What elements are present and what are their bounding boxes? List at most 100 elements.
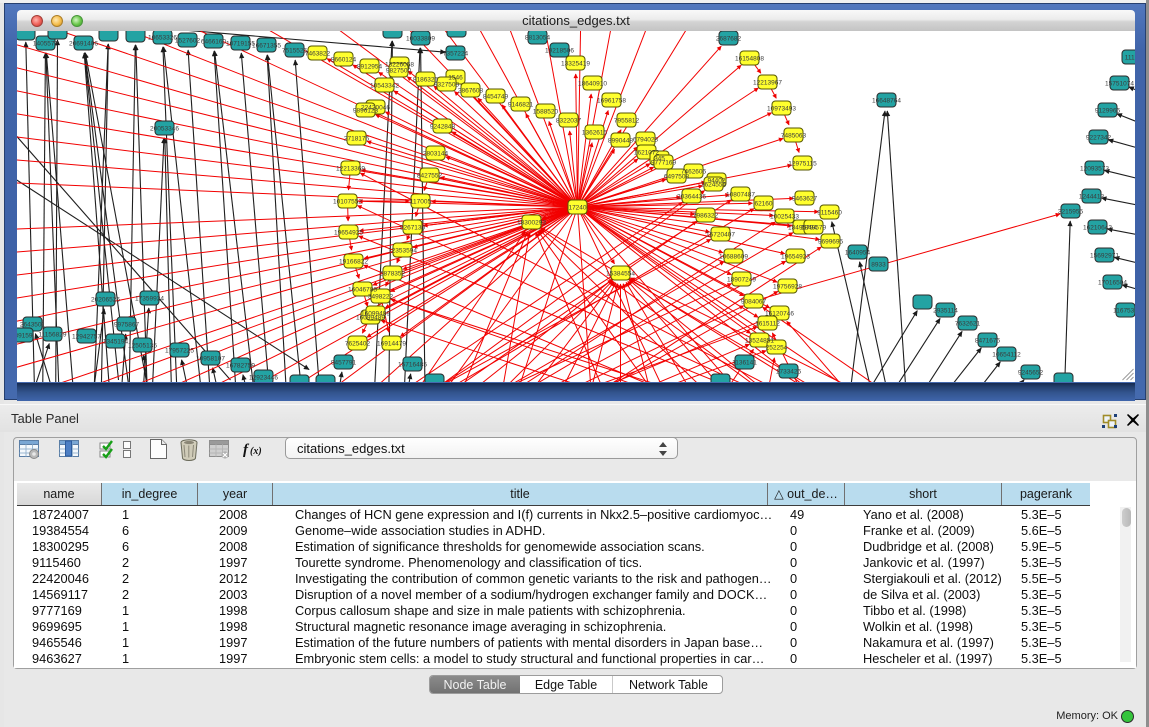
svg-text:9327508: 9327508	[433, 82, 459, 89]
svg-text:19166822: 19166822	[339, 259, 368, 266]
svg-text:19654925: 19654925	[334, 230, 363, 237]
svg-text:16782759: 16782759	[226, 363, 255, 370]
svg-text:10654112: 10654112	[992, 352, 1021, 359]
svg-text:11156829: 11156829	[38, 332, 66, 339]
svg-text:8427552: 8427552	[416, 173, 442, 180]
svg-text:12213369: 12213369	[336, 166, 365, 173]
svg-text:2687682: 2687682	[715, 36, 741, 43]
svg-text:7515526: 7515526	[281, 48, 307, 55]
svg-text:20206526: 20206526	[91, 297, 120, 304]
svg-text:9227342: 9227342	[1085, 135, 1111, 142]
svg-text:12975115: 12975115	[788, 161, 817, 168]
svg-text:16120746: 16120746	[765, 311, 794, 318]
svg-text:9975867: 9975867	[113, 322, 139, 329]
svg-text:8471676: 8471676	[974, 338, 1000, 345]
svg-text:1733426: 1733426	[775, 369, 801, 376]
svg-text:1546: 1546	[448, 75, 463, 82]
svg-text:10653326: 10653326	[148, 35, 177, 42]
svg-text:f: f	[243, 442, 250, 458]
svg-text:9245652: 9245652	[1017, 370, 1043, 377]
svg-text:20364436: 20364436	[677, 194, 706, 201]
svg-text:62160: 62160	[754, 201, 772, 208]
svg-text:1405572: 1405572	[32, 41, 58, 48]
svg-text:39159: 39159	[17, 333, 33, 340]
svg-text:13325419: 13325419	[561, 61, 590, 68]
svg-text:18640910: 18640910	[578, 81, 607, 88]
svg-text:16154808: 16154808	[735, 56, 764, 63]
svg-text:1640954: 1640954	[844, 250, 870, 257]
svg-text:9463627: 9463627	[791, 196, 817, 203]
svg-text:16961758: 16961758	[597, 98, 626, 105]
svg-text:16671355: 16671355	[252, 43, 281, 50]
svg-text:19218506: 19218506	[545, 48, 574, 55]
svg-text:10958107: 10958107	[196, 356, 225, 363]
svg-text:6497508: 6497508	[663, 174, 689, 181]
svg-text:19756928: 19756928	[773, 284, 802, 291]
svg-text:10807487: 10807487	[726, 192, 755, 199]
svg-text:16648764: 16648764	[872, 98, 901, 105]
svg-text:9146821: 9146821	[507, 102, 533, 109]
svg-text:7986322: 7986322	[692, 213, 718, 220]
svg-text:16210643: 16210643	[1083, 225, 1112, 232]
svg-text:1244413: 1244413	[1078, 194, 1104, 201]
svg-text:5878352: 5878352	[379, 271, 405, 278]
svg-text:9699695: 9699695	[817, 239, 843, 246]
svg-text:12093573: 12093573	[1080, 166, 1109, 173]
svg-text:15716485: 15716485	[398, 362, 427, 369]
svg-text:1362615: 1362615	[581, 130, 607, 137]
svg-text:16046788: 16046788	[348, 287, 377, 294]
svg-text:1117: 1117	[1124, 55, 1134, 62]
svg-text:8454749: 8454749	[482, 94, 508, 101]
svg-text:10973493: 10973493	[767, 106, 796, 113]
svg-text:12505135: 12505135	[128, 343, 157, 350]
svg-text:15692971: 15692971	[1090, 253, 1119, 260]
svg-text:8912954: 8912954	[356, 64, 382, 71]
svg-text:7625402: 7625402	[344, 341, 370, 348]
svg-text:12942757: 12942757	[72, 334, 101, 341]
svg-text:10025433: 10025433	[770, 214, 799, 221]
svg-text:2935114: 2935114	[933, 308, 958, 315]
svg-text:10033809: 10033809	[406, 36, 435, 43]
svg-text:17016504: 17016504	[1098, 280, 1127, 287]
svg-text:19654923: 19654923	[781, 254, 810, 261]
svg-text:20053346: 20053346	[150, 126, 179, 133]
svg-text:1615112: 1615112	[755, 321, 780, 328]
svg-text:7463822: 7463822	[304, 51, 330, 58]
svg-text:9242848: 9242848	[429, 124, 455, 131]
svg-text:13524851: 13524851	[745, 338, 774, 345]
svg-text:10543342: 10543342	[370, 83, 399, 90]
svg-text:10688609: 10688609	[719, 254, 748, 261]
svg-text:16099489: 16099489	[361, 311, 390, 318]
svg-text:1588520: 1588520	[532, 109, 558, 116]
svg-text:7955812: 7955812	[613, 118, 639, 125]
svg-text:6466160: 6466160	[200, 39, 226, 46]
svg-text:6794028: 6794028	[632, 137, 658, 144]
svg-text:8813054: 8813054	[524, 35, 550, 42]
svg-text:1167533: 1167533	[1113, 308, 1135, 315]
svg-text:3624554: 3624554	[700, 182, 726, 189]
svg-text:18907249: 18907249	[727, 277, 756, 284]
svg-text:3498222: 3498222	[367, 294, 393, 301]
svg-text:8660124: 8660124	[330, 57, 356, 64]
svg-text:252254: 252254	[765, 345, 787, 352]
svg-text:7485063: 7485063	[780, 133, 806, 140]
svg-text:18300293: 18300293	[517, 220, 546, 227]
svg-text:(x): (x)	[250, 446, 262, 457]
svg-text:9129966: 9129966	[1094, 108, 1120, 115]
svg-text:20691406: 20691406	[69, 41, 98, 48]
svg-text:8267130: 8267130	[399, 225, 425, 232]
svg-text:9827500: 9827500	[385, 68, 411, 75]
svg-text:1849579: 1849579	[800, 225, 826, 232]
svg-text:117005: 117005	[409, 199, 431, 206]
svg-text:1527602: 1527602	[174, 38, 200, 45]
svg-text:2867608: 2867608	[457, 88, 483, 95]
svg-text:15720407: 15720407	[706, 232, 735, 239]
svg-text:9777169: 9777169	[650, 160, 676, 167]
svg-text:2643501: 2643501	[19, 322, 45, 329]
svg-text:10107552: 10107552	[333, 199, 362, 206]
svg-text:7632621: 7632621	[954, 321, 980, 328]
svg-text:8322037: 8322037	[555, 118, 581, 125]
svg-text:9457791: 9457791	[330, 360, 356, 367]
svg-text:15384554: 15384554	[606, 271, 635, 278]
svg-text:2803144: 2803144	[422, 151, 448, 158]
